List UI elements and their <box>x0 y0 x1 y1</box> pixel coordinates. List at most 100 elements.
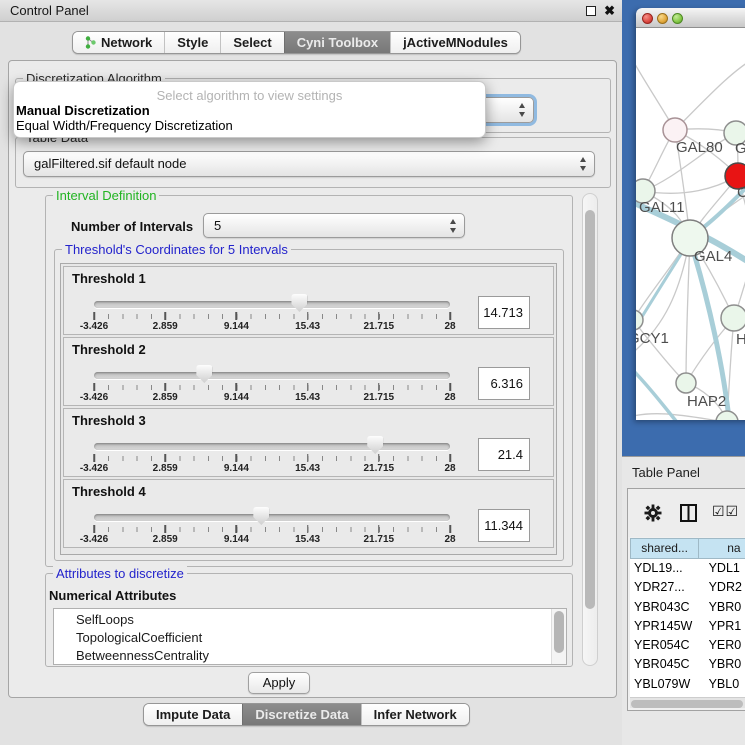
column-header-name[interactable]: na <box>699 538 745 559</box>
close-icon[interactable]: ✖ <box>604 2 615 20</box>
tab-impute-data[interactable]: Impute Data <box>144 704 242 725</box>
table-row[interactable]: YPR145WYPR1 <box>630 617 745 636</box>
cell-name[interactable]: YBR0 <box>701 598 745 617</box>
table-horizontal-scrollbar[interactable] <box>630 697 745 708</box>
slider-thumb[interactable] <box>253 507 269 525</box>
major-tick <box>449 454 451 462</box>
close-traffic-light-icon[interactable] <box>642 13 653 24</box>
cell-shared-name[interactable]: YDR27... <box>630 578 701 597</box>
network-canvas[interactable]: GAL80GACGAL11GAL4GCY1HHAP2 <box>636 28 745 420</box>
slider-thumb[interactable] <box>367 436 383 454</box>
table-row[interactable]: YDL19...YDL1 <box>630 559 745 578</box>
scrollbar-thumb[interactable] <box>631 700 743 708</box>
tick-label: 15.43 <box>295 463 320 474</box>
major-tick <box>93 454 95 462</box>
cell-shared-name[interactable]: YER054C <box>630 636 701 655</box>
attribute-list-item[interactable]: BetweennessCentrality <box>54 647 566 665</box>
float-window-icon[interactable] <box>586 6 596 16</box>
table-panel-body: ☑☑ shared... na YDL19...YDL1YDR27...YDR2… <box>627 488 745 711</box>
apply-button[interactable]: Apply <box>248 672 310 694</box>
slider-thumb[interactable] <box>291 294 307 312</box>
tick-label: 9.144 <box>224 321 249 332</box>
major-tick <box>236 383 238 391</box>
interval-definition-title: Interval Definition <box>53 188 159 203</box>
slider-tick-labels: -3.4262.8599.14415.4321.71528 <box>94 321 450 333</box>
slider-track[interactable] <box>94 514 450 521</box>
cyni-toolbox-panel: Discretization Algorithm Select algorith… <box>8 60 617 698</box>
number-of-intervals-combobox[interactable]: 5 <box>203 213 465 238</box>
slider-thumb[interactable] <box>196 365 212 383</box>
scrollbar-thumb[interactable] <box>554 611 564 653</box>
threshold-value-field[interactable]: 21.4 <box>478 438 530 471</box>
table-row[interactable]: YER054CYER0 <box>630 636 745 655</box>
table-row[interactable]: YBR045CYBR0 <box>630 655 745 674</box>
zoom-traffic-light-icon[interactable] <box>672 13 683 24</box>
slider-track[interactable] <box>94 372 450 379</box>
tab-discretize-data[interactable]: Discretize Data <box>242 704 360 725</box>
cell-name[interactable]: YBL0 <box>701 675 745 694</box>
cell-shared-name[interactable]: YBR043C <box>630 598 701 617</box>
major-tick <box>449 312 451 320</box>
threshold-slider[interactable] <box>94 364 450 384</box>
combo-stepper-icon <box>449 219 458 233</box>
column-chooser-icon[interactable] <box>680 504 697 522</box>
table-data-combobox[interactable]: galFiltered.sif default node <box>23 151 595 177</box>
attributes-scrollbar[interactable] <box>551 609 566 664</box>
tab-select[interactable]: Select <box>220 32 283 53</box>
gear-icon[interactable] <box>644 504 662 522</box>
settings-scrollbar[interactable] <box>582 193 598 666</box>
slider-track[interactable] <box>94 301 450 308</box>
network-node[interactable] <box>676 373 696 393</box>
major-tick <box>236 312 238 320</box>
cell-name[interactable]: YER0 <box>701 636 745 655</box>
threshold-slider[interactable] <box>94 293 450 313</box>
select-columns-checkbox-icons[interactable]: ☑☑ <box>712 503 739 520</box>
tab-infer-network[interactable]: Infer Network <box>361 704 469 725</box>
attribute-list-item[interactable]: TopologicalCoefficient <box>54 629 566 647</box>
cell-shared-name[interactable]: YBR045C <box>630 655 701 674</box>
network-view-window[interactable]: GAL80GACGAL11GAL4GCY1HHAP2 <box>636 8 745 420</box>
threshold-label: Threshold 3 <box>72 413 146 428</box>
cell-name[interactable]: YDL1 <box>701 559 745 578</box>
table-row[interactable]: YBL079WYBL0 <box>630 675 745 694</box>
dropdown-option-equal-width[interactable]: Equal Width/Frequency Discretization <box>14 118 485 133</box>
tab-style[interactable]: Style <box>164 32 220 53</box>
major-tick <box>378 525 380 533</box>
table-row[interactable]: YBR043CYBR0 <box>630 598 745 617</box>
minimize-traffic-light-icon[interactable] <box>657 13 668 24</box>
cell-name[interactable]: YDR2 <box>701 578 745 597</box>
scrollbar-thumb[interactable] <box>585 210 595 609</box>
major-tick <box>164 312 166 320</box>
threshold-value-field[interactable]: 11.344 <box>478 509 530 542</box>
network-node[interactable] <box>636 310 643 330</box>
network-node[interactable] <box>721 305 745 331</box>
dropdown-option-manual[interactable]: Manual Discretization <box>14 103 485 118</box>
cell-shared-name[interactable]: YDL19... <box>630 559 701 578</box>
table-row[interactable]: YDR27...YDR2 <box>630 578 745 597</box>
network-node-label: HAP2 <box>687 393 726 410</box>
tab-label: Style <box>177 32 208 53</box>
cell-name[interactable]: YPR1 <box>701 617 745 636</box>
tab-label: Cyni Toolbox <box>297 32 378 53</box>
tab-cyni-toolbox[interactable]: Cyni Toolbox <box>284 32 390 53</box>
threshold-value-field[interactable]: 14.713 <box>478 296 530 329</box>
network-node-label: H <box>736 331 745 348</box>
threshold-slider[interactable] <box>94 506 450 526</box>
tick-label: 28 <box>444 392 455 403</box>
network-node[interactable] <box>716 411 738 420</box>
cell-shared-name[interactable]: YBL079W <box>630 675 701 694</box>
tick-label: -3.426 <box>80 321 108 332</box>
cell-name[interactable]: YBR0 <box>701 655 745 674</box>
tab-network[interactable]: Network <box>73 32 164 53</box>
column-header-shared-name[interactable]: shared... <box>630 538 699 559</box>
threshold-value-field[interactable]: 6.316 <box>478 367 530 400</box>
slider-track[interactable] <box>94 443 450 450</box>
tick-label: 21.715 <box>364 392 395 403</box>
numerical-attributes-list[interactable]: SelfLoopsTopologicalCoefficientBetweenne… <box>53 608 567 665</box>
major-tick <box>164 525 166 533</box>
network-window-titlebar[interactable] <box>636 8 745 28</box>
attribute-list-item[interactable]: SelfLoops <box>54 611 566 629</box>
cell-shared-name[interactable]: YPR145W <box>630 617 701 636</box>
threshold-slider[interactable] <box>94 435 450 455</box>
tab-jactivemnodules[interactable]: jActiveMNodules <box>390 32 520 53</box>
